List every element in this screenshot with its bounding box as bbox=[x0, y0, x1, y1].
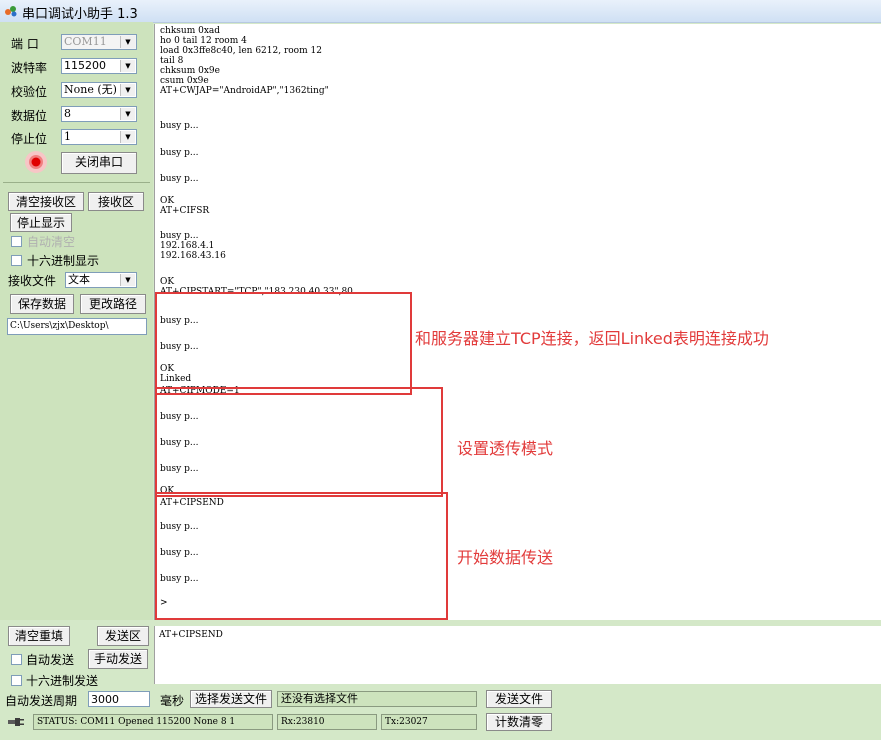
baud-label: 波特率 bbox=[11, 61, 48, 75]
file-status-field: 还没有选择文件 bbox=[277, 691, 477, 707]
databits-select[interactable]: 8 ▼ bbox=[61, 106, 137, 122]
highlight-box-transparent bbox=[155, 387, 443, 497]
databits-label: 数据位 bbox=[11, 109, 48, 123]
auto-clear-checkbox[interactable] bbox=[11, 236, 22, 247]
divider bbox=[3, 182, 150, 183]
settings-panel: 端 口 COM11 ▼ 波特率 115200 ▼ 校验位 None (无) ▼ … bbox=[0, 22, 153, 620]
receive-line: ho 0 tail 12 room 4 bbox=[160, 36, 247, 46]
receive-file-value: 文本 bbox=[68, 273, 90, 286]
window-title: 串口调试小助手 1.3 bbox=[22, 7, 138, 22]
tx-count: Tx:23027 bbox=[381, 714, 477, 730]
choose-file-button[interactable]: 选择发送文件 bbox=[190, 690, 272, 708]
parity-value: None (无) bbox=[64, 83, 117, 96]
hex-display-label: 十六进制显示 bbox=[27, 254, 100, 268]
annotation-tcp: 和服务器建立TCP连接，返回Linked表明连接成功 bbox=[415, 329, 769, 348]
receive-line: busy p... bbox=[160, 174, 199, 184]
app-icon bbox=[5, 6, 17, 17]
save-path-field[interactable]: C:\Users\zjx\Desktop\ bbox=[7, 318, 147, 335]
stop-display-button[interactable]: 停止显示 bbox=[10, 213, 72, 232]
manual-send-button[interactable]: 手动发送 bbox=[88, 649, 148, 669]
receive-file-label: 接收文件 bbox=[8, 274, 57, 288]
auto-send-checkbox[interactable] bbox=[11, 654, 22, 665]
receive-line: busy p... bbox=[160, 121, 199, 131]
stopbits-value: 1 bbox=[64, 130, 71, 143]
baud-select[interactable]: 115200 ▼ bbox=[61, 58, 137, 74]
save-data-button[interactable]: 保存数据 bbox=[10, 294, 74, 314]
stopbits-select[interactable]: 1 ▼ bbox=[61, 129, 137, 145]
receive-line: tail 8 bbox=[160, 56, 184, 66]
chevron-down-icon: ▼ bbox=[120, 84, 135, 96]
receive-line: chksum 0xad bbox=[160, 26, 221, 36]
receive-area-button[interactable]: 接收区 bbox=[88, 192, 144, 211]
receive-line: load 0x3ffe8c40, len 6212, room 12 bbox=[160, 46, 322, 56]
receive-area[interactable]: chksum 0xad ho 0 tail 12 room 4 load 0x3ff… bbox=[154, 24, 881, 620]
send-area-button[interactable]: 发送区 bbox=[97, 626, 149, 646]
baud-value: 115200 bbox=[64, 59, 106, 72]
receive-line: 192.168.43.16 bbox=[160, 251, 226, 261]
port-label: 端 口 bbox=[11, 37, 39, 51]
receive-line: busy p... bbox=[160, 148, 199, 158]
hex-send-label: 十六进制发送 bbox=[26, 674, 99, 688]
receive-line: AT+CWJAP="AndroidAP","1362ting" bbox=[160, 86, 329, 96]
receive-line: csum 0x9e bbox=[160, 76, 209, 86]
highlight-box-tcp bbox=[155, 292, 412, 395]
send-text: AT+CIPSEND bbox=[159, 630, 223, 640]
hex-display-checkbox[interactable] bbox=[11, 255, 22, 266]
annotation-send: 开始数据传送 bbox=[457, 548, 554, 567]
parity-label: 校验位 bbox=[11, 85, 48, 99]
ms-label: 毫秒 bbox=[160, 694, 185, 708]
change-path-button[interactable]: 更改路径 bbox=[80, 294, 146, 314]
title-bar: 串口调试小助手 1.3 bbox=[0, 0, 881, 23]
port-value: COM11 bbox=[64, 35, 107, 48]
clear-receive-button[interactable]: 清空接收区 bbox=[8, 192, 84, 211]
annotation-transparent: 设置透传模式 bbox=[457, 439, 554, 458]
highlight-box-send bbox=[155, 492, 448, 620]
rx-count: Rx:23810 bbox=[277, 714, 377, 730]
chevron-down-icon: ▼ bbox=[120, 36, 135, 48]
status-text: STATUS: COM11 Opened 115200 None 8 1 bbox=[33, 714, 273, 730]
send-file-button[interactable]: 发送文件 bbox=[486, 690, 552, 708]
databits-value: 8 bbox=[64, 107, 71, 120]
auto-send-label: 自动发送 bbox=[26, 653, 75, 667]
auto-clear-label: 自动清空 bbox=[27, 235, 76, 249]
stopbits-label: 停止位 bbox=[11, 132, 48, 146]
port-select[interactable]: COM11 ▼ bbox=[61, 34, 137, 50]
receive-line: AT+CIFSR bbox=[160, 206, 210, 216]
receive-line: chksum 0x9e bbox=[160, 66, 220, 76]
send-input-area[interactable]: AT+CIPSEND bbox=[154, 626, 881, 684]
receive-line: busy p... bbox=[160, 231, 199, 241]
close-port-button[interactable]: 关闭串口 bbox=[61, 152, 137, 174]
chevron-down-icon: ▼ bbox=[120, 60, 135, 72]
plug-icon bbox=[8, 718, 24, 726]
receive-line: OK bbox=[160, 277, 175, 287]
clear-resend-button[interactable]: 清空重填 bbox=[8, 626, 70, 646]
chevron-down-icon: ▼ bbox=[120, 131, 135, 143]
parity-select[interactable]: None (无) ▼ bbox=[61, 82, 137, 98]
port-status-indicator-icon bbox=[25, 151, 47, 173]
auto-period-label: 自动发送周期 bbox=[5, 694, 78, 708]
receive-line: 192.168.4.1 bbox=[160, 241, 215, 251]
auto-period-input[interactable]: 3000 bbox=[88, 691, 150, 707]
chevron-down-icon: ▼ bbox=[120, 274, 135, 286]
receive-line: OK bbox=[160, 196, 175, 206]
receive-file-select[interactable]: 文本 ▼ bbox=[65, 272, 137, 288]
hex-send-checkbox[interactable] bbox=[11, 675, 22, 686]
chevron-down-icon: ▼ bbox=[120, 108, 135, 120]
reset-count-button[interactable]: 计数清零 bbox=[486, 713, 552, 731]
